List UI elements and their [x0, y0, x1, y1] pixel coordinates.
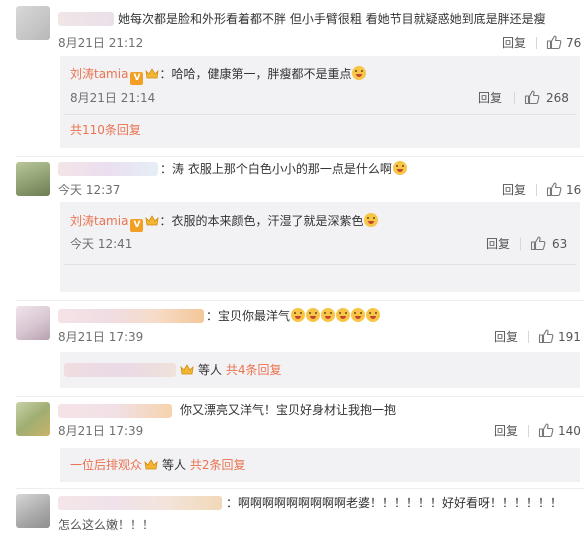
comment-time: 8月21日 17:39	[58, 330, 144, 344]
divider	[520, 238, 521, 250]
reply-time: 8月21日 21:14	[70, 91, 156, 105]
more-replies-link[interactable]: 共110条回复	[70, 122, 141, 138]
comment-text: ：啊啊啊啊啊啊啊啊啊老婆！！！！！！好好看呀！！！！！！	[226, 496, 563, 510]
reply-time: 今天 12:41	[70, 237, 133, 251]
kiss-emoji-icon	[351, 308, 366, 322]
like-count: 191	[558, 330, 581, 344]
comment-separator	[16, 488, 584, 489]
reply-user-link[interactable]: 一位后排观众	[70, 458, 142, 472]
crown-badge-icon	[145, 215, 160, 226]
kiss-emoji-icon	[366, 308, 381, 322]
blurred-username[interactable]	[58, 309, 204, 323]
reply-button[interactable]: 回复	[494, 423, 518, 439]
comment-separator	[16, 156, 584, 157]
thumbs-up-icon[interactable]	[546, 181, 562, 197]
comment-text: ：涛 衣服上那个白色小小的那一点是什么啊	[160, 161, 407, 177]
reply-box: 刘涛tamia V ：哈哈，健康第一，胖瘦都不是重点 8月21日 21:14 回复 …	[60, 56, 580, 148]
avatar[interactable]	[16, 162, 50, 196]
more-replies-link[interactable]: 共2条回复	[190, 458, 246, 472]
laughing-emoji-icon	[392, 161, 407, 175]
reply-box: 等人 共4条回复	[60, 352, 580, 388]
comment-text: ：宝贝你最洋气	[206, 308, 381, 324]
comment-time: 8月21日 17:39	[58, 424, 144, 438]
thumbs-up-icon[interactable]	[538, 422, 554, 438]
thumbs-up-icon[interactable]	[524, 89, 540, 105]
comment-time: 8月21日 21:12	[58, 36, 144, 50]
thumbs-up-icon[interactable]	[530, 235, 546, 251]
reply-button[interactable]: 回复	[502, 182, 526, 198]
kiss-emoji-icon	[336, 308, 351, 322]
blurred-username[interactable]	[58, 162, 158, 176]
comment-text: 她每次都是脸和外形看着都不胖 但小手臂很粗 看她节目就疑惑她到底是胖还是瘦	[118, 12, 546, 26]
divider	[536, 184, 537, 196]
like-count: 63	[552, 237, 568, 251]
reply-button[interactable]: 回复	[478, 90, 502, 106]
reply-box: 刘涛tamia V ：衣服的本来颜色，汗湿了就是深紫色 今天 12:41 回复 63	[60, 202, 580, 292]
kiss-emoji-icon	[306, 308, 321, 322]
blurred-username[interactable]	[58, 12, 114, 26]
divider	[514, 92, 515, 104]
avatar[interactable]	[16, 402, 50, 436]
divider	[528, 331, 529, 343]
blurred-username[interactable]	[58, 404, 172, 418]
like-count: 16	[566, 183, 582, 197]
like-count: 76	[566, 36, 582, 50]
smiley-emoji-icon	[352, 66, 367, 80]
thumbs-up-icon[interactable]	[546, 34, 562, 50]
crown-badge-icon	[145, 68, 160, 79]
comment-text-continued: 怎么这么嫩！！！	[58, 518, 155, 532]
thumbs-up-icon[interactable]	[538, 328, 554, 344]
more-replies-link[interactable]: 共4条回复	[226, 363, 282, 377]
reply-text: ：哈哈，健康第一，胖瘦都不是重点	[159, 67, 352, 81]
avatar[interactable]	[16, 6, 50, 40]
like-count: 268	[546, 91, 569, 105]
laughing-emoji-icon	[364, 213, 379, 227]
crown-badge-icon	[144, 459, 158, 470]
verified-badge-icon: V	[130, 219, 144, 232]
crown-badge-icon	[180, 364, 194, 375]
others-label: 等人	[198, 363, 223, 377]
comment-text: 你又漂亮又洋气！宝贝好身材让我抱一抱	[180, 403, 397, 417]
like-count: 140	[558, 424, 581, 438]
reply-text: ：衣服的本来颜色，汗湿了就是深紫色	[159, 214, 364, 228]
others-label: 等人	[162, 458, 187, 472]
reply-author[interactable]: 刘涛tamia	[70, 67, 128, 81]
reply-box: 一位后排观众 等人 共2条回复	[60, 448, 580, 482]
avatar[interactable]	[16, 306, 50, 340]
reply-author[interactable]: 刘涛tamia	[70, 214, 128, 228]
divider	[536, 37, 537, 49]
blurred-username[interactable]	[58, 496, 222, 510]
kiss-emoji-icon	[321, 308, 336, 322]
avatar[interactable]	[16, 494, 50, 528]
comment-separator	[16, 396, 584, 397]
comment-time: 今天 12:37	[58, 183, 121, 197]
reply-button[interactable]: 回复	[494, 329, 518, 345]
divider	[528, 425, 529, 437]
verified-badge-icon: V	[130, 72, 144, 85]
reply-button[interactable]: 回复	[502, 35, 526, 51]
reply-button[interactable]: 回复	[486, 236, 510, 252]
comment-separator	[16, 300, 584, 301]
blurred-username[interactable]	[64, 363, 176, 377]
kiss-emoji-icon	[291, 308, 306, 322]
